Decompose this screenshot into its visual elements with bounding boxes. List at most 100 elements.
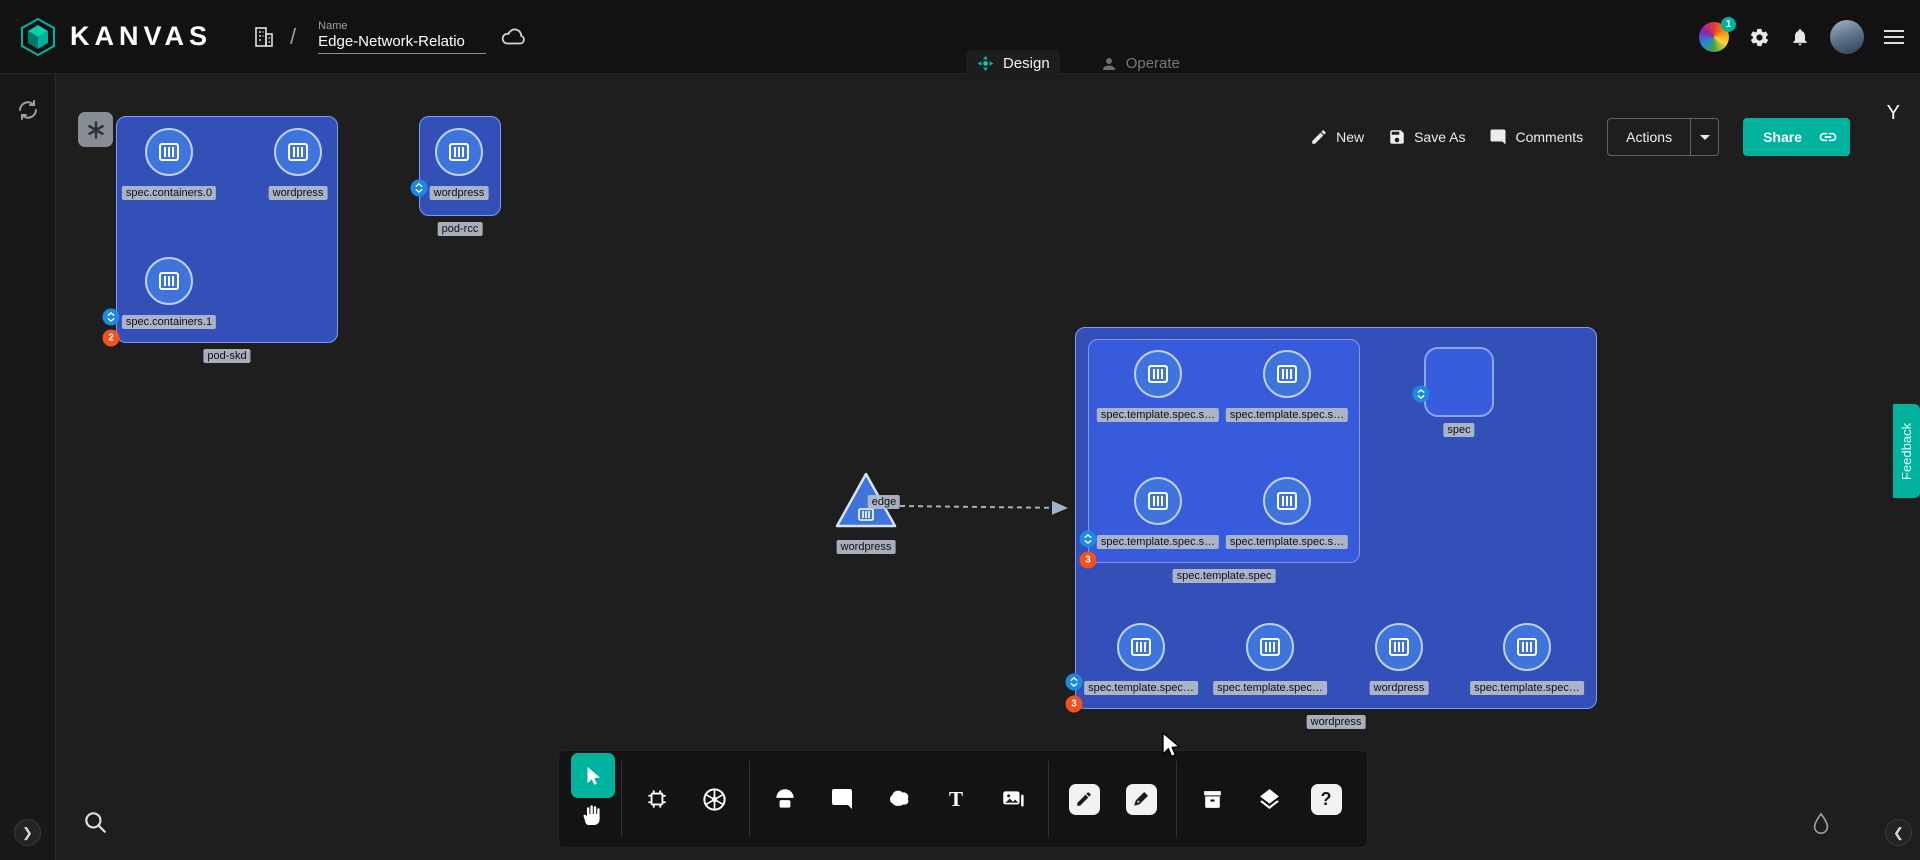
node-label: wordpress	[837, 540, 896, 554]
kanvas-logo[interactable]	[18, 17, 58, 57]
ink-drop-icon[interactable]	[1810, 811, 1832, 842]
shapes-tool[interactable]	[764, 778, 806, 820]
group-label: pod-rcc	[438, 222, 483, 236]
notification-count-badge: 1	[1721, 17, 1736, 32]
component-tool[interactable]	[636, 778, 678, 820]
kubernetes-wheel-icon	[701, 786, 728, 813]
node-tmpl-btm-1[interactable]	[1117, 623, 1165, 671]
node-label: spec.template.spec…	[1213, 681, 1327, 695]
collapse-right-panel-chevron[interactable]: ❮	[1885, 819, 1912, 846]
edge-edge-1[interactable]	[900, 506, 1066, 508]
container-icon	[1514, 634, 1540, 660]
group-spec-template-spec[interactable]	[1088, 339, 1360, 563]
select-cursor-tool[interactable]	[571, 753, 615, 798]
media-tool[interactable]	[992, 778, 1034, 820]
header-actions: 1	[1699, 0, 1904, 74]
comments-button[interactable]: Comments	[1489, 128, 1583, 146]
collapse-group-badge[interactable]	[1066, 674, 1083, 691]
node-label: spec.template.spec.s…	[1097, 535, 1219, 549]
expand-left-panel-chevron[interactable]: ❯	[14, 819, 41, 846]
help-glyph: ?	[1321, 789, 1332, 810]
copy-link-button[interactable]	[1806, 118, 1850, 156]
node-tmpl-spec-1[interactable]	[1134, 350, 1182, 398]
error-count-badge: 3	[1066, 696, 1083, 713]
node-tmpl-spec-4[interactable]	[1263, 477, 1311, 525]
group-label: wordpress	[1307, 715, 1366, 729]
shapes-icon	[772, 786, 798, 812]
comments-button-label: Comments	[1515, 129, 1583, 145]
feedback-tab[interactable]: Feedback	[1893, 404, 1920, 498]
pen-tile	[1126, 784, 1157, 815]
comment-icon	[1489, 128, 1507, 146]
canvas-widget-button[interactable]	[78, 112, 113, 147]
design-name-input[interactable]	[318, 33, 486, 54]
node-spec[interactable]	[1424, 347, 1494, 417]
node-tmpl-spec-2[interactable]	[1263, 350, 1311, 398]
container-icon	[1274, 488, 1300, 514]
new-button-label: New	[1336, 129, 1364, 145]
save-icon	[1388, 128, 1406, 146]
save-as-button[interactable]: Save As	[1388, 128, 1465, 146]
zoom-search-icon[interactable]	[82, 809, 108, 840]
node-label: spec.containers.0	[122, 186, 216, 200]
edge-label: edge	[868, 495, 900, 509]
pencil-draw-tool[interactable]	[1063, 778, 1105, 820]
tab-design[interactable]: Design	[966, 50, 1060, 77]
image-icon	[1000, 786, 1026, 812]
collaborator-initial: Y	[1887, 102, 1900, 125]
doodle-tool[interactable]	[878, 778, 920, 820]
settings-gear-icon[interactable]	[1749, 27, 1770, 48]
container-icon	[1274, 361, 1300, 387]
container-icon	[1128, 634, 1154, 660]
app-root: KANVAS / Name	[0, 0, 1920, 860]
error-count-badge: 3	[1080, 552, 1097, 569]
node-spec-containers-1[interactable]	[145, 257, 193, 305]
text-tool[interactable]: T	[935, 778, 977, 820]
organization-icon[interactable]	[252, 25, 276, 49]
session-sticker-icon[interactable]: 1	[1699, 22, 1729, 52]
menu-hamburger-icon[interactable]	[1884, 30, 1904, 44]
new-button[interactable]: New	[1310, 128, 1364, 146]
sync-history-icon[interactable]	[16, 98, 40, 127]
node-tmpl-spec-3[interactable]	[1134, 477, 1182, 525]
comment-tool[interactable]	[821, 778, 863, 820]
node-wordpress-b[interactable]	[435, 128, 483, 176]
user-avatar[interactable]	[1830, 20, 1864, 54]
new-pencil-icon	[1310, 128, 1328, 146]
kubernetes-tool[interactable]	[693, 778, 735, 820]
node-tmpl-btm-3[interactable]	[1503, 623, 1551, 671]
node-label: spec.template.spec.s…	[1097, 408, 1219, 422]
collapse-group-badge[interactable]	[411, 180, 428, 197]
collapse-group-badge[interactable]	[103, 309, 120, 326]
text-tool-glyph: T	[949, 787, 963, 812]
tab-operate[interactable]: Operate	[1090, 50, 1190, 77]
pencil-tile	[1069, 784, 1100, 815]
collapse-group-badge[interactable]	[1413, 386, 1430, 403]
hand-icon	[581, 803, 605, 827]
node-wordpress-a[interactable]	[274, 128, 322, 176]
node-tmpl-btm-2[interactable]	[1246, 623, 1294, 671]
node-label: spec.template.spec…	[1470, 681, 1584, 695]
cloud-save-icon	[500, 24, 526, 50]
layers-tool[interactable]	[1248, 778, 1290, 820]
error-count-badge: 2	[103, 330, 120, 347]
design-mode-icon	[976, 54, 995, 73]
help-tool[interactable]: ?	[1305, 778, 1347, 820]
container-icon	[285, 139, 311, 165]
breadcrumb-separator: /	[290, 24, 296, 50]
import-designs-tool[interactable]	[1191, 778, 1233, 820]
pen-draw-tool[interactable]	[1120, 778, 1162, 820]
actions-dropdown-caret[interactable]	[1690, 119, 1718, 155]
actions-button[interactable]: Actions	[1608, 119, 1690, 155]
canvas-toolbar: New Save As Comments Actions Share	[1310, 118, 1850, 156]
design-name-label: Name	[318, 20, 486, 32]
notifications-bell-icon[interactable]	[1790, 27, 1810, 47]
node-label: spec.template.spec.s…	[1226, 535, 1348, 549]
node-spec-containers-0[interactable]	[145, 128, 193, 176]
container-icon	[1386, 634, 1412, 660]
pan-hand-tool[interactable]	[581, 803, 605, 832]
mode-tabs: Design Operate	[966, 50, 1190, 77]
group-label: spec.template.spec	[1173, 569, 1276, 583]
collapse-group-badge[interactable]	[1080, 531, 1097, 548]
node-wordpress-c[interactable]	[1375, 623, 1423, 671]
